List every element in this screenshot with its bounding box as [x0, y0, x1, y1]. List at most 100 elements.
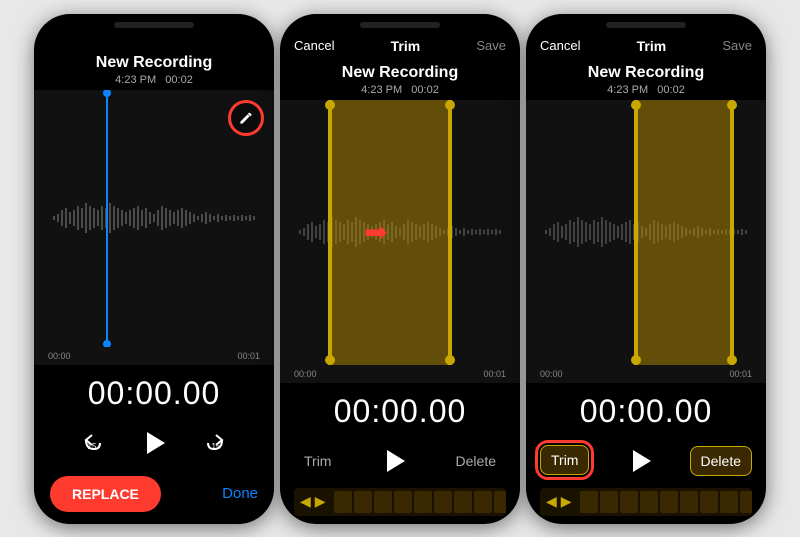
- film-cell: [580, 491, 598, 513]
- trim-btn-p3[interactable]: Trim: [540, 445, 589, 475]
- action-bar-p3: Trim Delete: [526, 438, 766, 488]
- playhead-p1: [106, 90, 108, 347]
- film-arrow-right-p3: ▶: [561, 493, 572, 510]
- film-cell: [454, 491, 472, 513]
- timer-text-p3: 00:00.00: [580, 393, 713, 429]
- panel-trim-active: Cancel Trim Save New Recording 4:23 PM 0…: [526, 14, 766, 524]
- panels-container: New Recording 4:23 PM 00:02: [26, 6, 774, 532]
- trim-handle-left-p3[interactable]: [634, 100, 638, 365]
- arrow-right-p2: ➡: [364, 216, 387, 249]
- header-bar-p3: Cancel Trim Save: [526, 28, 766, 58]
- film-cell: [354, 491, 372, 513]
- tick-start-p2: 00:00: [294, 369, 317, 379]
- waveform-area-p1: [34, 90, 274, 347]
- recording-info-p3: New Recording 4:23 PM 00:02: [526, 58, 766, 100]
- trim-btn-wrapper: Trim: [540, 452, 589, 470]
- film-cell: [620, 491, 638, 513]
- save-btn-p2[interactable]: Save: [476, 38, 506, 53]
- edit-icon-circle[interactable]: [228, 100, 264, 136]
- delete-btn-p2[interactable]: Delete: [446, 447, 506, 475]
- header-bar-p2: Cancel Trim Save: [280, 28, 520, 58]
- edit-icon: [238, 110, 254, 126]
- skip-forward-btn-p1[interactable]: 15: [201, 428, 231, 458]
- recording-title-p1: New Recording: [34, 54, 274, 72]
- recording-meta-p2: 4:23 PM 00:02: [280, 84, 520, 96]
- play-btn-p1[interactable]: [135, 424, 173, 462]
- header-title-p3: Trim: [637, 38, 667, 54]
- film-cell: [680, 491, 698, 513]
- recording-info-p2: New Recording 4:23 PM 00:02: [280, 58, 520, 100]
- film-cell: [700, 491, 718, 513]
- timer-display-p2: 00:00.00: [280, 383, 520, 438]
- filmstrip-cells-p3: [578, 489, 752, 515]
- play-btn-p3[interactable]: [621, 442, 659, 480]
- film-cell: [394, 491, 412, 513]
- waveform-svg-p1: [34, 188, 274, 248]
- tick-end-p1: 00:01: [237, 351, 260, 361]
- recording-meta-p3: 4:23 PM 00:02: [526, 84, 766, 96]
- skip-back-icon: 15: [78, 429, 106, 457]
- film-cell: [474, 491, 492, 513]
- timer-text-p2: 00:00.00: [334, 393, 467, 429]
- filmstrip-p3: ◀ ▶: [540, 488, 752, 516]
- recording-meta-p1: 4:23 PM 00:02: [34, 74, 274, 86]
- trim-handle-right-p3[interactable]: [730, 100, 734, 365]
- tick-start-p1: 00:00: [48, 351, 71, 361]
- film-arrow-left: ◀: [300, 493, 311, 510]
- panel1-spacer: [34, 28, 274, 48]
- play-icon-p1: [137, 426, 171, 460]
- timer-text-p1: 00:00.00: [88, 375, 221, 411]
- controls-bar-p1: 15 15: [34, 420, 274, 470]
- waveform-area-p3: [526, 100, 766, 365]
- timer-display-p1: 00:00.00: [34, 365, 274, 420]
- trim-overlay-p2: [328, 100, 448, 365]
- replace-button[interactable]: REPLACE: [50, 476, 161, 512]
- action-bar-p2: Trim Delete: [280, 438, 520, 488]
- recording-title-p2: New Recording: [280, 64, 520, 82]
- play-icon-p2: [379, 446, 409, 476]
- timer-display-p3: 00:00.00: [526, 383, 766, 438]
- play-icon-p3: [625, 446, 655, 476]
- film-arrow-left-p3: ◀: [546, 493, 557, 510]
- film-cell: [740, 491, 752, 513]
- film-cell: [640, 491, 658, 513]
- film-arrows-p2: ◀ ▶: [294, 493, 332, 510]
- timeline-bar-p1: 00:00 00:01: [34, 347, 274, 365]
- film-cell: [374, 491, 392, 513]
- save-btn-p3[interactable]: Save: [722, 38, 752, 53]
- tick-start-p3: 00:00: [540, 369, 563, 379]
- filmstrip-p2: ◀ ▶: [294, 488, 506, 516]
- bottom-bar-p1: REPLACE Done: [34, 470, 274, 524]
- film-cell: [434, 491, 452, 513]
- film-arrows-p3: ◀ ▶: [540, 493, 578, 510]
- header-title-p2: Trim: [391, 38, 421, 54]
- film-cell: [660, 491, 678, 513]
- cancel-btn-p3[interactable]: Cancel: [540, 38, 580, 53]
- recording-title-p3: New Recording: [526, 64, 766, 82]
- skip-back-btn-p1[interactable]: 15: [77, 428, 107, 458]
- done-button[interactable]: Done: [222, 485, 258, 502]
- trim-overlay-p3: [634, 100, 730, 365]
- delete-btn-p3[interactable]: Delete: [690, 446, 752, 476]
- film-cell: [720, 491, 738, 513]
- panel-recording: New Recording 4:23 PM 00:02: [34, 14, 274, 524]
- timeline-bar-p3: 00:00 00:01: [526, 365, 766, 383]
- film-cell: [494, 491, 506, 513]
- film-arrow-right: ▶: [315, 493, 326, 510]
- filmstrip-cells-p2: [332, 489, 506, 515]
- film-cell: [334, 491, 352, 513]
- waveform-inner-p3: [526, 100, 766, 365]
- skip-forward-icon: 15: [202, 429, 230, 457]
- waveform-area-p2: ➡: [280, 100, 520, 365]
- tick-end-p3: 00:01: [729, 369, 752, 379]
- panel-trim: Cancel Trim Save New Recording 4:23 PM 0…: [280, 14, 520, 524]
- tick-end-p2: 00:01: [483, 369, 506, 379]
- trim-handle-right-p2[interactable]: [448, 100, 452, 365]
- trim-btn-p2[interactable]: Trim: [294, 447, 341, 475]
- film-cell: [600, 491, 618, 513]
- timeline-bar-p2: 00:00 00:01: [280, 365, 520, 383]
- waveform-inner-p2: ➡: [280, 100, 520, 365]
- cancel-btn-p2[interactable]: Cancel: [294, 38, 334, 53]
- play-btn-p2[interactable]: [375, 442, 413, 480]
- trim-handle-left-p2[interactable]: [328, 100, 332, 365]
